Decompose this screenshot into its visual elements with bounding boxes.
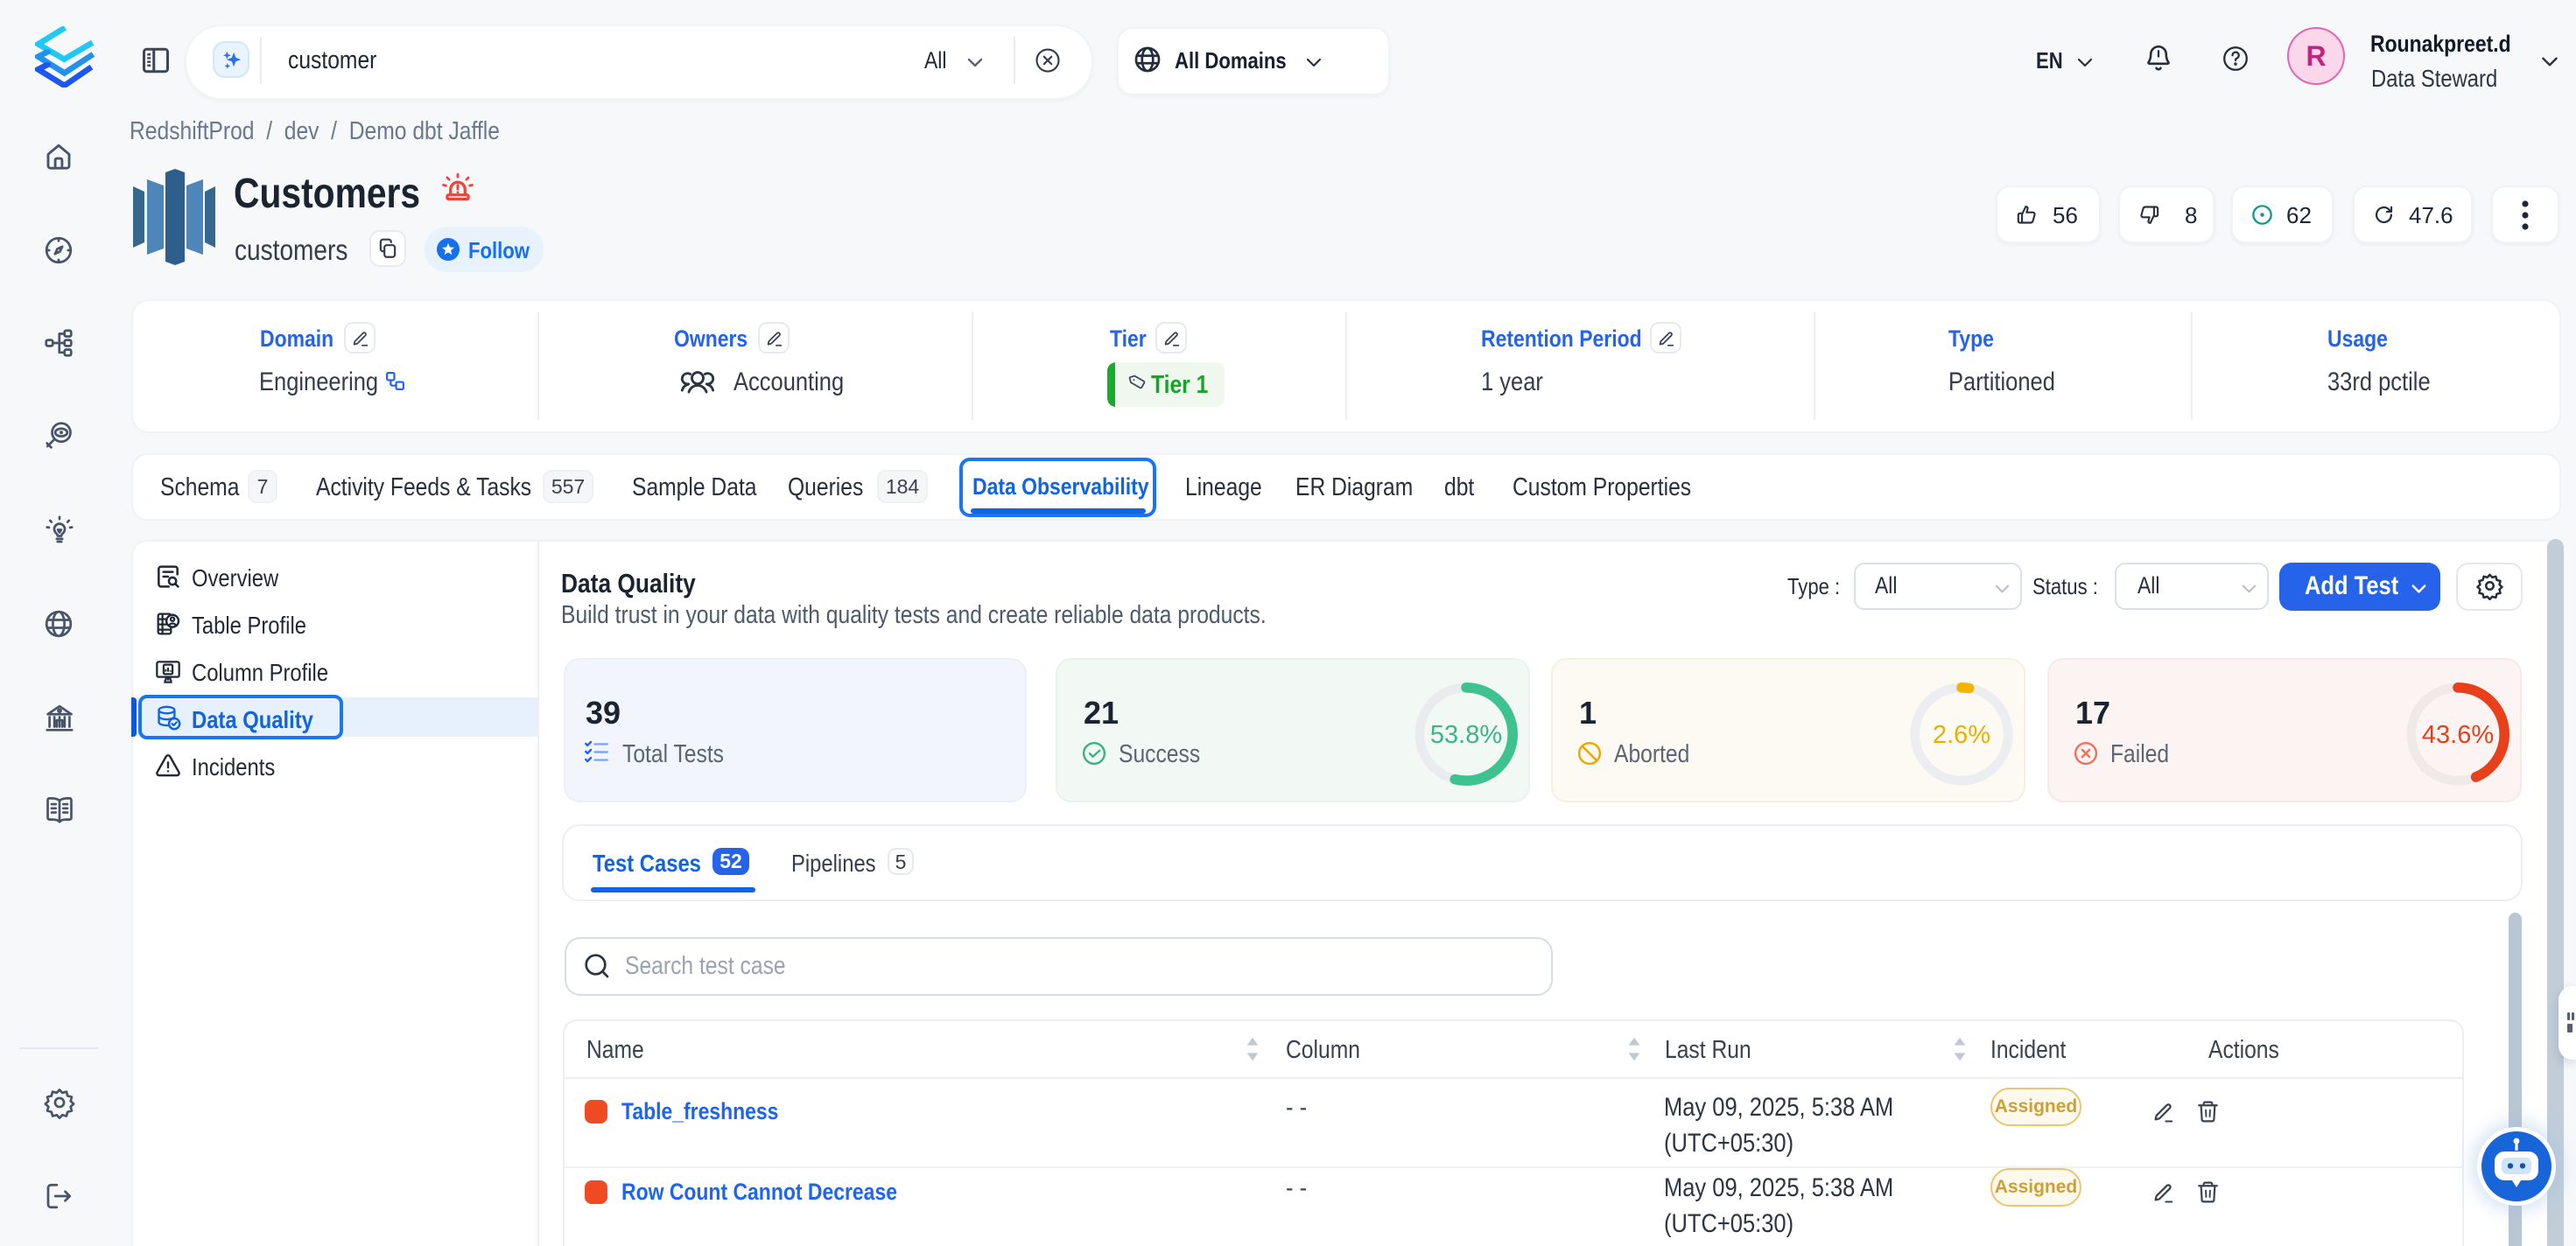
svg-text:43.6%: 43.6%	[2422, 721, 2494, 749]
svg-text:53.8%: 53.8%	[1430, 721, 1502, 749]
svg-text:2.6%: 2.6%	[1933, 721, 1990, 749]
